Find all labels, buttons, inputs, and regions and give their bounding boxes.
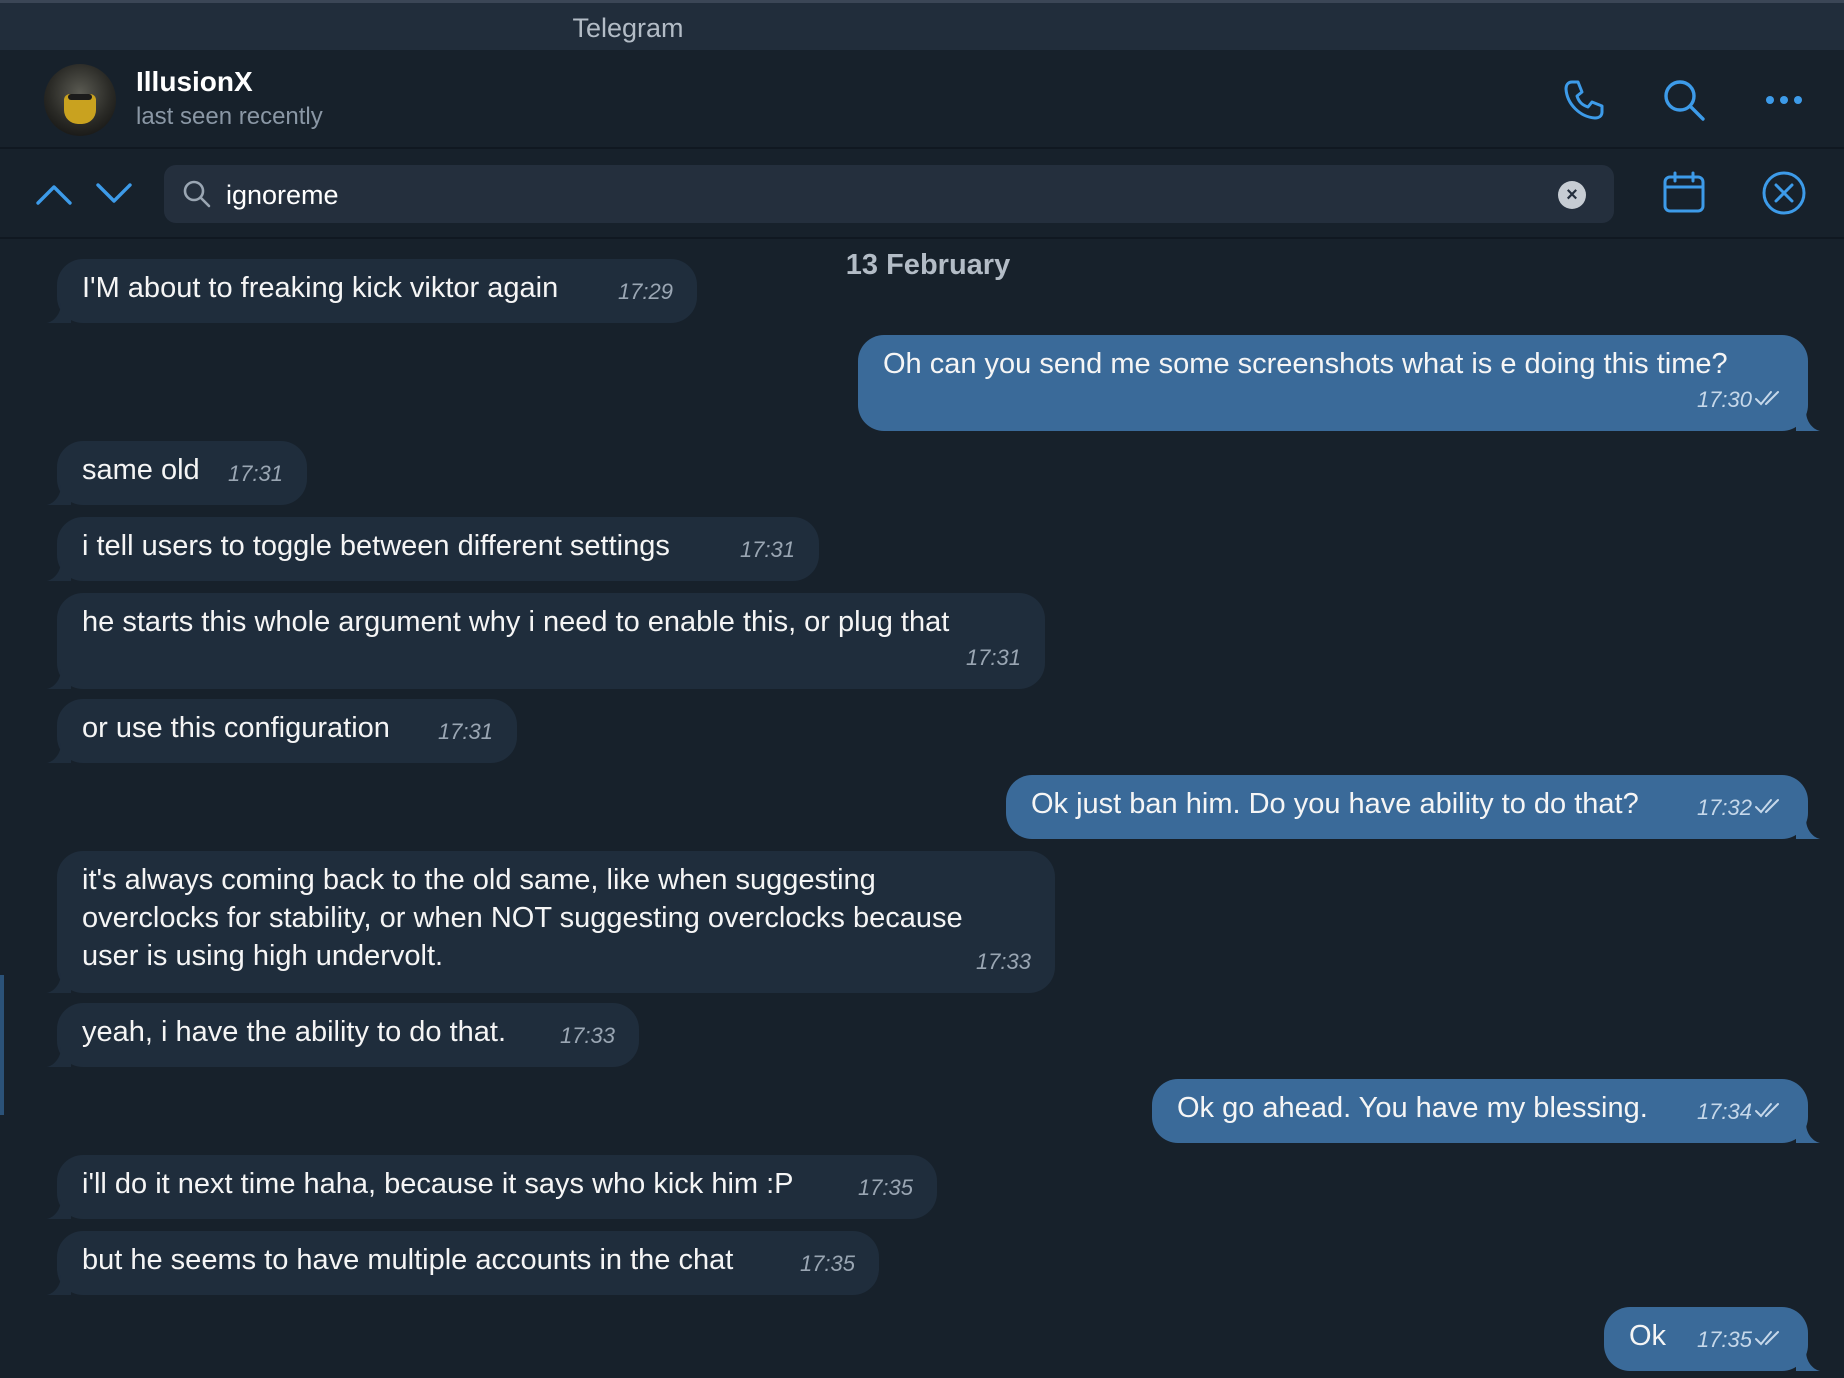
avatar[interactable]	[44, 64, 116, 136]
read-checks-icon	[1754, 787, 1784, 825]
message-text: yeah, i have the ability to do that.	[82, 1016, 506, 1048]
outgoing-message[interactable]: Ok just ban him. Do you have ability to …	[1006, 775, 1820, 839]
search-icon[interactable]	[1660, 76, 1708, 124]
chevron-up-icon[interactable]	[32, 173, 76, 213]
outgoing-message[interactable]: Oh can you send me some screenshots what…	[858, 335, 1820, 431]
message-time: 17:35	[857, 1175, 913, 1200]
message-text: same old	[82, 454, 200, 486]
search-field[interactable]: ×	[164, 165, 1614, 223]
message-time: 17:33	[559, 1023, 615, 1048]
window-title: Telegram	[572, 13, 684, 43]
contact-status: last seen recently	[136, 103, 323, 130]
message-text: Oh can you send me some screenshots what…	[883, 348, 1728, 380]
read-checks-icon	[1754, 379, 1784, 417]
message-text: Ok go ahead. You have my blessing.	[1177, 1092, 1648, 1124]
phone-icon[interactable]	[1560, 76, 1608, 124]
message-time: 17:35	[799, 1251, 855, 1276]
message-time: 17:31	[739, 537, 795, 562]
message-text: he starts this whole argument why i need…	[82, 606, 950, 638]
incoming-message[interactable]: yeah, i have the ability to do that. 17:3…	[47, 1003, 639, 1067]
bubble-tail	[1796, 819, 1820, 839]
message-time: 17:29	[617, 279, 673, 304]
message-time: 17:31	[227, 461, 283, 486]
bubble-tail	[47, 303, 71, 323]
message-time: 17:32	[1696, 795, 1752, 820]
outgoing-message[interactable]: Ok 17:35	[1604, 1307, 1820, 1371]
message-text: or use this configuration	[82, 712, 390, 744]
bubble-tail	[1796, 1123, 1820, 1143]
incoming-message[interactable]: I'M about to freaking kick viktor again 1…	[47, 259, 697, 323]
message-text: i'll do it next time haha, because it sa…	[82, 1168, 794, 1200]
search-bar: ×	[0, 149, 1844, 239]
message-time: 17:31	[965, 645, 1021, 670]
message-text: it's always coming back to the old same,…	[82, 864, 963, 972]
read-checks-icon	[1754, 1319, 1784, 1357]
message-time: 17:35	[1696, 1327, 1752, 1352]
incoming-message[interactable]: or use this configuration 17:31	[47, 699, 517, 763]
bubble-tail	[47, 973, 71, 993]
bubble-tail	[47, 1275, 71, 1295]
incoming-message[interactable]: i tell users to toggle between different…	[47, 517, 819, 581]
bubble-tail	[47, 1047, 71, 1067]
outgoing-message[interactable]: Ok go ahead. You have my blessing. 17:34	[1152, 1079, 1820, 1143]
bubble-tail	[47, 669, 71, 689]
incoming-message[interactable]: it's always coming back to the old same,…	[47, 851, 1055, 993]
more-icon[interactable]	[1760, 76, 1808, 124]
bubble-tail	[47, 561, 71, 581]
message-text: i tell users to toggle between different…	[82, 530, 670, 562]
search-input[interactable]	[224, 174, 1528, 216]
incoming-message[interactable]: i'll do it next time haha, because it sa…	[47, 1155, 937, 1219]
bubble-tail	[47, 743, 71, 763]
close-circle-icon[interactable]	[1760, 169, 1808, 217]
clear-search-icon[interactable]: ×	[1558, 181, 1586, 209]
contact-name[interactable]: IllusionX	[136, 66, 253, 98]
message-text: Ok	[1629, 1320, 1667, 1352]
title-bar: Telegram	[0, 0, 1844, 50]
message-time: 17:30	[1696, 387, 1752, 412]
bubble-tail	[47, 485, 71, 505]
message-time: 17:34	[1696, 1099, 1752, 1124]
bubble-tail	[1796, 411, 1820, 431]
search-field-icon	[182, 179, 212, 209]
scroll-indicator	[0, 975, 4, 1115]
read-checks-icon	[1754, 1091, 1784, 1129]
bubble-tail	[1796, 1351, 1820, 1371]
message-list[interactable]: 13 February I'M about to freaking kick v…	[0, 239, 1844, 1378]
message-text: but he seems to have multiple accounts i…	[82, 1244, 734, 1276]
message-time: 17:31	[437, 719, 493, 744]
message-text: I'M about to freaking kick viktor again	[82, 272, 559, 304]
chat-header: IllusionX last seen recently	[0, 50, 1844, 149]
chevron-down-icon[interactable]	[92, 173, 136, 213]
calendar-icon[interactable]	[1660, 169, 1708, 217]
incoming-message[interactable]: he starts this whole argument why i need…	[47, 593, 1045, 689]
bubble-tail	[47, 1199, 71, 1219]
message-time: 17:33	[975, 949, 1031, 974]
incoming-message[interactable]: same old 17:31	[47, 441, 307, 505]
message-text: Ok just ban him. Do you have ability to …	[1031, 788, 1639, 820]
incoming-message[interactable]: but he seems to have multiple accounts i…	[47, 1231, 879, 1295]
